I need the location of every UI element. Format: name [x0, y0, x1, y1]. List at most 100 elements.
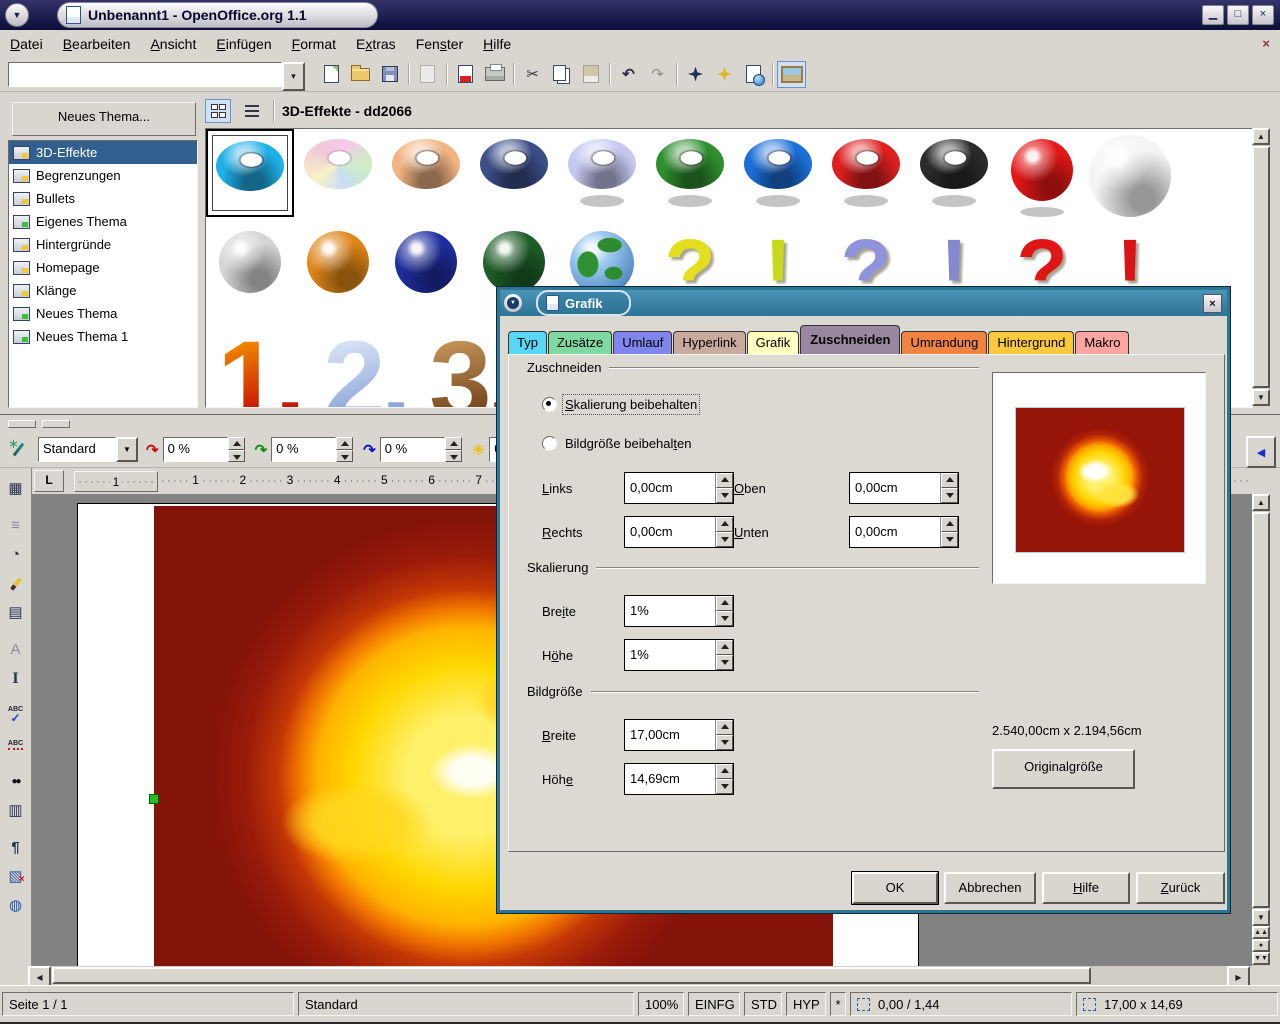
document-vertical-scrollbar[interactable]: ▲ ▼ ▲▲ ● ▼▼	[1252, 494, 1270, 966]
status-zoom[interactable]: 100%	[638, 992, 684, 1016]
toolbar-scroll-left-icon[interactable]: ◀	[1246, 436, 1276, 468]
menu-ansicht[interactable]: Ansicht	[140, 32, 206, 56]
spin-down-icon[interactable]	[941, 532, 958, 547]
gallery-item-number-2[interactable]: 2.	[312, 313, 418, 408]
online-layout-icon[interactable]: ◍	[2, 892, 30, 919]
insert-form-icon[interactable]: ▤	[2, 599, 30, 626]
keep-scale-radio[interactable]: Skalierung beibehalten	[542, 394, 701, 415]
dialog-titlebar[interactable]: ▼ Grafik ×	[500, 290, 1227, 316]
theme-3d-effekte[interactable]: 3D-Effekte	[9, 141, 197, 164]
tab-hintergrund[interactable]: Hintergrund	[988, 331, 1075, 354]
url-dropdown-icon[interactable]: ▼	[282, 61, 305, 91]
links-spinner[interactable]: 0,00cm	[624, 472, 734, 504]
gallery-item-number-1[interactable]: 1.	[206, 313, 312, 408]
spin-down-icon[interactable]	[336, 449, 354, 462]
toolbar-separator[interactable]	[509, 62, 518, 86]
edit-file-icon[interactable]	[413, 61, 442, 88]
print-icon[interactable]	[480, 61, 509, 88]
gallery-item-torus-red[interactable]	[822, 129, 910, 217]
toolbar-separator[interactable]	[672, 62, 681, 86]
theme-klaenge[interactable]: Klänge	[9, 279, 197, 302]
maximize-button[interactable]: □	[1227, 5, 1249, 25]
status-selection-mode[interactable]: STD	[744, 992, 782, 1016]
scrollbar-thumb[interactable]	[1252, 512, 1270, 908]
status-position[interactable]: 0,00 / 1,44	[850, 992, 1072, 1016]
toolbar-separator[interactable]	[442, 62, 451, 86]
spin-up-icon[interactable]	[227, 437, 245, 450]
export-pdf-icon[interactable]	[451, 61, 480, 88]
status-page[interactable]: Seite 1 / 1	[2, 992, 294, 1016]
skalierung-hoehe-spinner[interactable]: 1%	[624, 639, 734, 671]
spin-up-icon[interactable]	[716, 640, 733, 655]
radio-dot[interactable]	[542, 436, 557, 451]
insert-object-icon[interactable]: ◔	[2, 541, 30, 568]
copy-icon[interactable]	[547, 61, 576, 88]
new-document-icon[interactable]	[317, 61, 346, 88]
keep-size-radio[interactable]: Bildgröße beibehalten	[542, 436, 692, 451]
selection-handle[interactable]	[149, 794, 159, 804]
tab-zuschneiden[interactable]: Zuschneiden	[800, 325, 901, 354]
filter-wand-icon[interactable]	[6, 436, 30, 462]
status-insert-mode[interactable]: EINFG	[688, 992, 740, 1016]
theme-neues-thema-1[interactable]: Neues Thema 1	[9, 325, 197, 348]
find-replace-icon[interactable]: ●●	[2, 768, 30, 795]
spin-down-icon[interactable]	[716, 779, 733, 794]
menu-hilfe[interactable]: Hilfe	[473, 32, 521, 56]
navigation-icon[interactable]: ●	[1252, 939, 1270, 952]
unten-spinner[interactable]: 0,00cm	[849, 516, 959, 548]
spin-down-icon[interactable]	[941, 488, 958, 503]
spin-up-icon[interactable]	[716, 517, 733, 532]
url-combobox[interactable]: ▼	[8, 61, 305, 91]
autospellcheck-icon[interactable]: ABC	[2, 731, 30, 758]
spin-down-icon[interactable]	[716, 488, 733, 503]
nonprinting-chars-icon[interactable]: ¶	[2, 834, 30, 861]
spin-down-icon[interactable]	[716, 735, 733, 750]
new-theme-button[interactable]: Neues Thema...	[12, 102, 196, 136]
tab-zusaetze[interactable]: Zusätze	[547, 331, 613, 354]
spin-down-icon[interactable]	[716, 611, 733, 626]
gallery-icon[interactable]	[777, 60, 806, 88]
menu-extras[interactable]: Extras	[346, 32, 406, 56]
gallery-item-torus-darkblue[interactable]	[470, 129, 558, 217]
theme-homepage[interactable]: Homepage	[9, 256, 197, 279]
undo-icon[interactable]: ↶	[614, 61, 643, 88]
abbrechen-button[interactable]: Abbrechen	[944, 872, 1036, 904]
icon-view-toggle[interactable]	[205, 99, 231, 123]
theme-eigenes-thema[interactable]: Eigenes Thema	[9, 210, 197, 233]
menu-fenster[interactable]: Fenster	[406, 32, 473, 56]
scroll-up-icon[interactable]: ▲	[1252, 128, 1270, 145]
status-modified[interactable]: *	[830, 992, 846, 1016]
scrollbar-thumb[interactable]	[52, 967, 1091, 984]
text-animation-icon[interactable]: A	[2, 636, 30, 663]
url-input[interactable]	[8, 61, 282, 87]
spin-up-icon[interactable]	[716, 473, 733, 488]
status-size[interactable]: 17,00 x 14,69	[1076, 992, 1278, 1016]
menu-bearbeiten[interactable]: Bearbeiten	[53, 32, 141, 56]
spin-up-icon[interactable]	[941, 473, 958, 488]
tab-umrandung[interactable]: Umrandung	[901, 331, 988, 354]
open-icon[interactable]	[346, 61, 375, 88]
tab-makro[interactable]: Makro	[1075, 331, 1130, 354]
draw-functions-icon[interactable]	[2, 570, 30, 597]
stylist-icon[interactable]	[710, 61, 739, 88]
gallery-item-torus-black[interactable]	[910, 129, 998, 217]
hyperlink-bar-icon[interactable]	[739, 61, 768, 88]
spin-up-icon[interactable]	[716, 720, 733, 735]
spin-down-icon[interactable]	[227, 449, 245, 462]
tab-typ[interactable]: Typ	[508, 331, 547, 354]
ok-button[interactable]: OK	[852, 872, 938, 904]
radio-dot[interactable]	[542, 397, 557, 412]
document-horizontal-scrollbar[interactable]: ◀ ▶	[0, 966, 1280, 989]
minimize-button[interactable]: ▁	[1202, 5, 1224, 25]
theme-bullets[interactable]: Bullets	[9, 187, 197, 210]
toolbar-separator[interactable]	[605, 62, 614, 86]
theme-begrenzungen[interactable]: Begrenzungen	[9, 164, 197, 187]
original-size-button[interactable]: Originalgröße	[992, 749, 1135, 789]
gallery-item-torus-pearl[interactable]	[294, 129, 382, 217]
insert-section-icon[interactable]: ≡	[2, 512, 30, 539]
window-menu-button[interactable]: ▼	[5, 3, 29, 27]
menu-datei[interactable]: Datei	[0, 32, 53, 56]
scrollbar-thumb[interactable]	[1252, 146, 1270, 388]
spellcheck-icon[interactable]: ABC ✓	[2, 702, 30, 729]
insert-table-icon[interactable]: ▦	[2, 475, 30, 502]
